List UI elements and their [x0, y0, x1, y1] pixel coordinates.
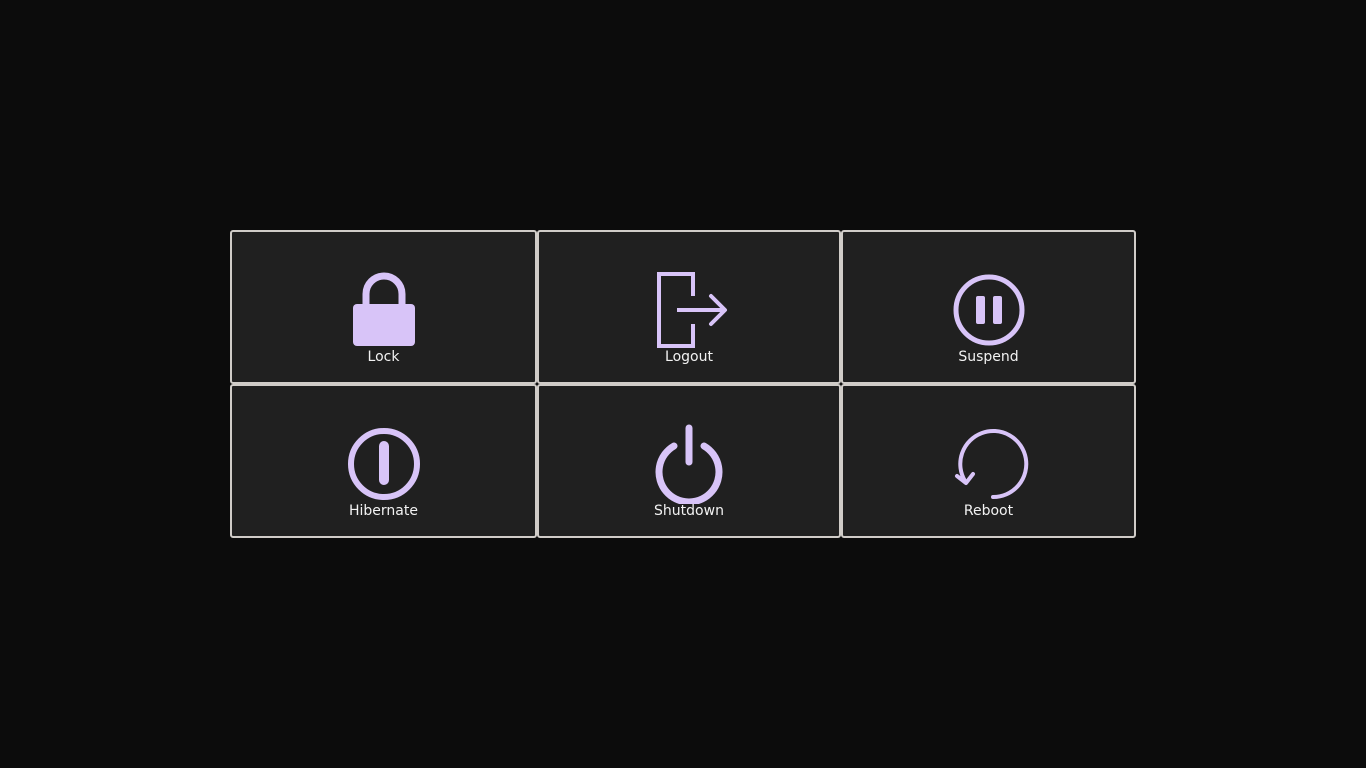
hibernate-button[interactable]: Hibernate — [230, 384, 537, 538]
shutdown-label: Shutdown — [654, 503, 724, 519]
reboot-button[interactable]: Reboot — [841, 384, 1136, 538]
logout-button[interactable]: Logout — [537, 230, 841, 384]
suspend-button[interactable]: Suspend — [841, 230, 1136, 384]
lock-button[interactable]: Lock — [230, 230, 537, 384]
lock-label: Lock — [367, 349, 400, 365]
suspend-label: Suspend — [958, 349, 1019, 365]
logout-icon — [649, 270, 729, 350]
logout-label: Logout — [665, 349, 713, 365]
hibernate-label: Hibernate — [349, 503, 418, 519]
hibernate-icon — [344, 424, 424, 504]
reboot-icon — [949, 424, 1029, 504]
power-icon — [649, 424, 729, 504]
pause-circle-icon — [949, 270, 1029, 350]
power-menu: Lock Logout Suspend Hibernate Shutdown R… — [230, 230, 1136, 538]
reboot-label: Reboot — [963, 503, 1014, 519]
shutdown-button[interactable]: Shutdown — [537, 384, 841, 538]
lock-icon — [344, 270, 424, 350]
